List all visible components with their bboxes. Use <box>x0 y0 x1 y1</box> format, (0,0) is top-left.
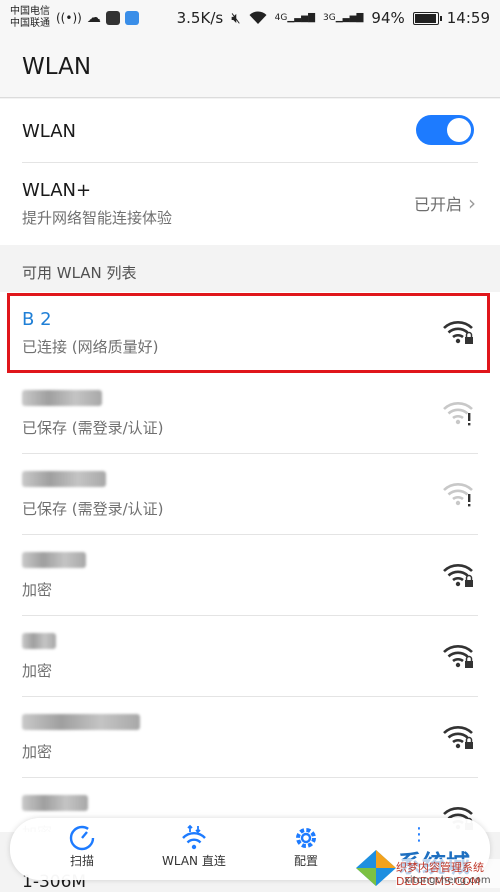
network-status: 加密 <box>22 661 53 680</box>
chevron-right-icon: › <box>468 191 476 215</box>
battery-percent: 94% <box>371 9 405 27</box>
scan-icon <box>69 825 95 851</box>
signal-1-icon: 4G▁▃▅▇ <box>274 12 316 23</box>
cloud-icon: ☁ <box>86 10 101 26</box>
page-header: WLAN <box>0 36 500 98</box>
network-status: 已保存 (需登录/认证) <box>22 418 164 437</box>
wifi-lock-icon <box>443 645 473 668</box>
app-notification-icon <box>105 11 120 25</box>
carrier-1: 中国电信 <box>10 6 50 17</box>
scan-label: 扫描 <box>69 854 94 868</box>
watermark-logo-icon <box>356 850 396 886</box>
watermark: 系统城 织梦内容管理系统 DEDECMS.COM xitongcheng.com <box>354 846 500 889</box>
network-name <box>22 389 500 411</box>
network-item[interactable]: B 2 已连接 (网络质量好) <box>0 292 500 373</box>
network-item[interactable]: 已保存 (需登录/认证) <box>0 454 500 535</box>
settings-card: WLAN WLAN+ 提升网络智能连接体验 已开启 › <box>0 99 500 245</box>
gear-icon <box>296 828 316 848</box>
status-bar: 中国电信 中国联通 ((•)) ☁ 3.5K/s 🔇︎ 4G▁▃▅▇ 3G▁▃▅… <box>0 0 500 36</box>
wlan-toggle-row[interactable]: WLAN <box>0 99 500 163</box>
wlan-direct-button[interactable]: WLAN 直连 <box>162 824 226 869</box>
configure-button[interactable]: 配置 <box>292 824 320 869</box>
configure-label: 配置 <box>293 854 318 868</box>
network-speed: 3.5K/s <box>176 9 224 27</box>
wifi-direct-icon <box>182 824 206 850</box>
network-status: 已保存 (需登录/认证) <box>22 499 164 518</box>
watermark-url: xitongcheng.com <box>404 875 491 886</box>
hotspot-icon: ((•)) <box>56 11 82 25</box>
clock: 14:59 <box>446 9 490 27</box>
network-status: 已连接 (网络质量好) <box>22 337 159 356</box>
app-notification-icon-2 <box>124 11 139 25</box>
network-name <box>22 632 500 654</box>
network-list: B 2 已连接 (网络质量好) 已保存 (需登录/认证) 已保存 (需登录/认证… <box>0 292 500 832</box>
network-name <box>22 551 500 573</box>
network-name <box>22 794 500 816</box>
wlan-plus-status: 已开启 › <box>414 191 476 215</box>
more-button[interactable]: ⋮ <box>410 824 428 845</box>
network-status: 加密 <box>22 580 53 599</box>
wlan-direct-label: WLAN 直连 <box>162 854 226 868</box>
carrier-names: 中国电信 中国联通 <box>10 6 50 30</box>
wifi-lock-icon <box>443 321 473 344</box>
network-name <box>22 470 500 492</box>
mute-icon: 🔇︎ <box>231 9 241 27</box>
network-name <box>22 713 500 735</box>
network-item[interactable]: 已保存 (需登录/认证) <box>0 373 500 454</box>
page-title: WLAN <box>22 53 92 80</box>
network-item[interactable]: 加密 <box>0 616 500 697</box>
available-list-title: 可用 WLAN 列表 <box>22 264 137 282</box>
wlan-toggle-switch[interactable] <box>416 115 474 145</box>
wifi-alert-icon <box>443 483 473 507</box>
scan-button[interactable]: 扫描 <box>68 824 96 869</box>
wlan-toggle-label: WLAN <box>22 120 77 142</box>
network-item[interactable]: 加密 <box>0 535 500 616</box>
wifi-lock-icon <box>443 564 473 587</box>
battery-icon <box>412 11 442 25</box>
carrier-2: 中国联通 <box>10 18 50 29</box>
more-icon: ⋮ <box>410 824 428 845</box>
signal-2-icon: 3G▁▃▅▇ <box>323 12 364 23</box>
network-item[interactable]: 加密 <box>0 697 500 778</box>
wifi-alert-icon <box>443 402 473 426</box>
network-status: 加密 <box>22 742 53 761</box>
wifi-lock-icon <box>443 726 473 749</box>
wlan-plus-row[interactable]: WLAN+ 提升网络智能连接体验 已开启 › <box>0 163 500 245</box>
wlan-plus-status-text: 已开启 <box>413 195 462 214</box>
wifi-status-icon <box>249 11 267 24</box>
network-name: B 2 <box>22 308 52 330</box>
